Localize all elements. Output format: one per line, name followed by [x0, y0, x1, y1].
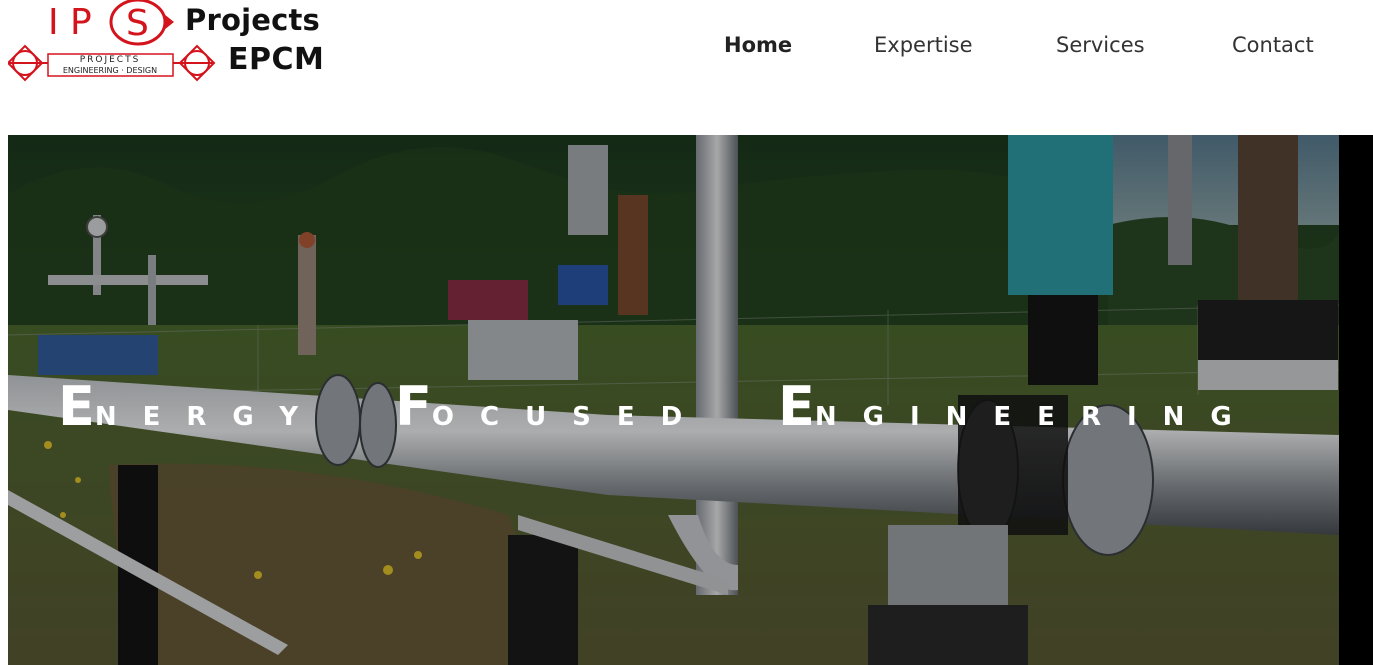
- nav-home-link[interactable]: Home: [724, 33, 792, 57]
- nav-services-link[interactable]: Services: [1056, 33, 1145, 57]
- logo-title-projects: Projects: [185, 3, 321, 37]
- hero-banner: ENERGY FOCUSED ENGINEERING: [8, 135, 1339, 665]
- nav-expertise-link[interactable]: Expertise: [874, 33, 973, 57]
- logo-badge-bottom: ENGINEERING · DESIGN: [63, 66, 157, 75]
- logo-circle-arrow: [164, 14, 174, 30]
- hero-right-edge: [1339, 135, 1373, 665]
- tagline-word-focused: FOCUSED: [395, 375, 709, 438]
- nav-contact-link[interactable]: Contact: [1232, 33, 1314, 57]
- site-header: I P S PROJECTS ENGINEERING · DESIGN Proj…: [0, 0, 1373, 135]
- tagline-word-engineering: ENGINEERING: [778, 375, 1258, 438]
- tagline-word-energy: ENERGY: [58, 375, 325, 438]
- main-nav: Home Expertise Services Contact: [0, 33, 1373, 65]
- hero-tagline: ENERGY FOCUSED ENGINEERING: [8, 375, 1339, 445]
